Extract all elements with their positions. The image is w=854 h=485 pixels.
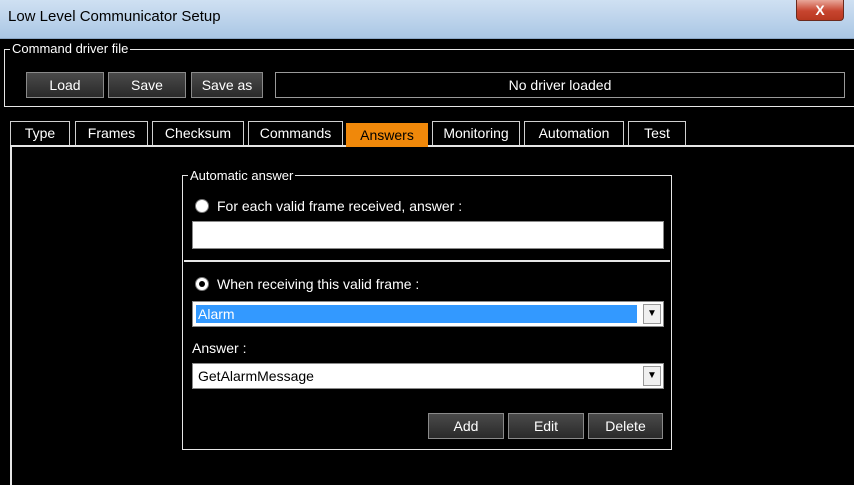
tab-content-top-border-right xyxy=(428,145,854,147)
automatic-answer-label: Automatic answer xyxy=(188,168,296,183)
edit-button[interactable]: Edit xyxy=(508,413,584,439)
save-as-button[interactable]: Save as xyxy=(191,72,263,98)
tab-content-left-border xyxy=(10,145,12,485)
answer-select-value: GetAlarmMessage xyxy=(198,368,314,384)
each-frame-answer-input[interactable] xyxy=(192,221,664,249)
driver-group-label: Command driver file xyxy=(10,41,131,56)
chevron-down-icon[interactable]: ▼ xyxy=(643,304,661,324)
delete-button[interactable]: Delete xyxy=(588,413,663,439)
chevron-down-icon[interactable]: ▼ xyxy=(643,366,661,386)
tab-commands[interactable]: Commands xyxy=(248,121,343,145)
answer-select[interactable]: GetAlarmMessage ▼ xyxy=(192,363,664,389)
save-button[interactable]: Save xyxy=(108,72,186,98)
tab-answers[interactable]: Answers xyxy=(346,123,428,147)
option-each-frame[interactable]: For each valid frame received, answer : xyxy=(195,198,462,214)
load-button[interactable]: Load xyxy=(26,72,104,98)
tab-monitoring[interactable]: Monitoring xyxy=(432,121,520,145)
title-bar: Low Level Communicator Setup X xyxy=(0,0,854,39)
frame-select-value: Alarm xyxy=(196,305,637,323)
frame-select[interactable]: Alarm ▼ xyxy=(192,301,664,327)
tab-checksum[interactable]: Checksum xyxy=(152,121,244,145)
driver-status: No driver loaded xyxy=(275,72,845,98)
panel-divider xyxy=(184,260,670,262)
option-when-receiving[interactable]: When receiving this valid frame : xyxy=(195,276,419,292)
tab-type[interactable]: Type xyxy=(10,121,70,145)
radio-when-receiving[interactable] xyxy=(195,277,209,291)
radio-each-frame[interactable] xyxy=(195,199,209,213)
window-title: Low Level Communicator Setup xyxy=(8,8,221,25)
answer-label: Answer : xyxy=(192,340,247,356)
option-each-frame-label: For each valid frame received, answer : xyxy=(217,198,463,214)
close-button[interactable]: X xyxy=(796,0,844,21)
close-icon: X xyxy=(815,2,825,18)
tab-frames[interactable]: Frames xyxy=(75,121,148,145)
tab-content-top-border xyxy=(10,145,346,147)
tab-test[interactable]: Test xyxy=(628,121,686,145)
tab-automation[interactable]: Automation xyxy=(524,121,624,145)
option-when-receiving-label: When receiving this valid frame : xyxy=(217,276,420,292)
add-button[interactable]: Add xyxy=(428,413,504,439)
